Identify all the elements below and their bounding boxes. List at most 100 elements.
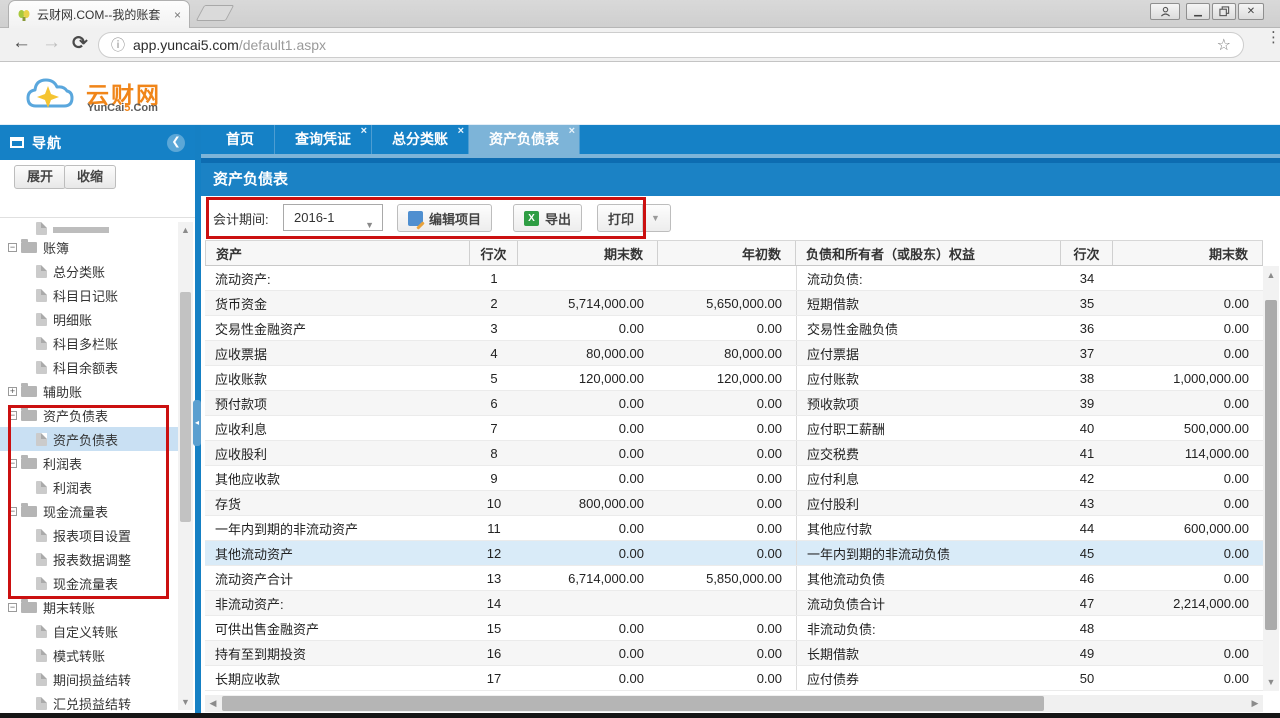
scroll-up-icon[interactable]: ▲ <box>178 225 193 235</box>
tree-item-自定义转账[interactable]: 自定义转账 <box>0 619 178 643</box>
tab-close-icon[interactable]: × <box>569 125 575 138</box>
tab-close-icon[interactable]: × <box>174 9 181 21</box>
export-button[interactable]: X 导出 <box>513 204 582 232</box>
tree-item[interactable] <box>0 222 178 235</box>
scroll-up-icon[interactable]: ▲ <box>1263 270 1279 280</box>
asset-name: 其他应收款 <box>205 466 470 490</box>
expand-all-button[interactable]: 展开 <box>14 165 66 189</box>
workspace-tab[interactable]: 查询凭证× <box>275 125 372 154</box>
collapse-icon[interactable]: − <box>8 603 17 612</box>
tree-item-辅助账[interactable]: +辅助账 <box>0 379 178 403</box>
browser-menu-icon[interactable]: ⋮ <box>1266 35 1272 41</box>
collapse-icon[interactable]: − <box>8 507 17 516</box>
scroll-down-icon[interactable]: ▼ <box>178 697 193 707</box>
table-row[interactable]: 一年内到期的非流动资产110.000.00其他应付款44600,000.00 <box>205 516 1263 541</box>
tree-item-模式转账[interactable]: 模式转账 <box>0 643 178 667</box>
period-select[interactable]: 2016-1 ▼ <box>283 204 383 231</box>
table-row[interactable]: 货币资金25,714,000.005,650,000.00短期借款350.00 <box>205 291 1263 316</box>
table-vscrollbar[interactable]: ▲ ▼ <box>1263 266 1279 691</box>
tree-item-期末转账[interactable]: −期末转账 <box>0 595 178 619</box>
collapse-icon[interactable]: − <box>8 243 17 252</box>
table-row[interactable]: 交易性金融资产30.000.00交易性金融负债360.00 <box>205 316 1263 341</box>
reload-icon[interactable]: ⟳ <box>72 32 88 55</box>
tree-item-资产负债表[interactable]: −资产负债表 <box>0 403 178 427</box>
restore-button[interactable] <box>1212 3 1236 20</box>
profile-button[interactable] <box>1150 3 1180 20</box>
sidebar-scrollbar[interactable]: ▲ ▼ <box>178 222 193 710</box>
document-icon <box>36 313 47 326</box>
url-field[interactable]: ⓘ app.yuncai5.com /default1.aspx ☆ <box>98 32 1244 58</box>
tree-item-科目多栏账[interactable]: 科目多栏账 <box>0 331 178 355</box>
table-row[interactable]: 可供出售金融资产150.000.00非流动负债:48 <box>205 616 1263 641</box>
logo-text-en: YunCai5.Com <box>87 102 158 114</box>
tab-close-icon[interactable]: × <box>458 125 464 138</box>
table-row[interactable]: 长期应收款170.000.00应付债券500.00 <box>205 666 1263 691</box>
asset-line-no: 8 <box>470 441 518 465</box>
tree-item-label: 自定义转账 <box>53 622 118 641</box>
minimize-button[interactable]: ▁ <box>1186 3 1210 20</box>
tree-item-账簿[interactable]: −账簿 <box>0 235 178 259</box>
edit-items-button[interactable]: 编辑项目 <box>397 204 492 232</box>
scrollbar-thumb[interactable] <box>180 292 191 522</box>
tree-item-科目余额表[interactable]: 科目余额表 <box>0 355 178 379</box>
tree-item-资产负债表[interactable]: 资产负债表 <box>0 427 178 451</box>
table-row[interactable]: 应收票据480,000.0080,000.00应付票据370.00 <box>205 341 1263 366</box>
tree-item-期间损益结转[interactable]: 期间损益结转 <box>0 667 178 691</box>
workspace-tab[interactable]: 总分类账× <box>372 125 469 154</box>
liability-name: 应付股利 <box>796 491 1061 515</box>
back-icon[interactable]: ← <box>12 32 31 54</box>
table-row[interactable]: 应收股利80.000.00应交税费41114,000.00 <box>205 441 1263 466</box>
table-row[interactable]: 其他流动资产120.000.00一年内到期的非流动负债450.00 <box>205 541 1263 566</box>
liability-ending-balance: 0.00 <box>1113 391 1263 415</box>
browser-tab[interactable]: 云财网.COM--我的账套 × <box>8 0 190 28</box>
bookmark-star-icon[interactable]: ☆ <box>1217 35 1231 55</box>
tab-close-icon[interactable]: × <box>361 125 367 138</box>
tree-item-label: 资产负债表 <box>53 430 118 449</box>
collapse-icon[interactable]: − <box>8 459 17 468</box>
tree-item-明细账[interactable]: 明细账 <box>0 307 178 331</box>
sidebar-collapse-button[interactable]: ❮ <box>167 134 185 152</box>
table-row[interactable]: 流动资产合计136,714,000.005,850,000.00其他流动负债46… <box>205 566 1263 591</box>
table-row[interactable]: 流动资产:1流动负债:34 <box>205 266 1263 291</box>
excel-icon: X <box>524 211 539 226</box>
yuncai-logo[interactable]: 云财网 YunCai5.Com <box>24 70 174 118</box>
splitter-collapse-handle[interactable]: ◂ <box>193 400 201 446</box>
tree-item-报表项目设置[interactable]: 报表项目设置 <box>0 523 178 547</box>
tree-item-利润表[interactable]: 利润表 <box>0 475 178 499</box>
asset-ending-balance <box>518 266 658 290</box>
print-button[interactable]: 打印 ▼ <box>597 204 671 232</box>
workspace-tab[interactable]: 资产负债表× <box>469 125 580 154</box>
tree-item-利润表[interactable]: −利润表 <box>0 451 178 475</box>
table-row[interactable]: 非流动资产:14流动负债合计472,214,000.00 <box>205 591 1263 616</box>
scroll-left-icon[interactable]: ◀ <box>205 695 221 712</box>
table-row[interactable]: 应收利息70.000.00应付职工薪酬40500,000.00 <box>205 416 1263 441</box>
table-row[interactable]: 存货10800,000.000.00应付股利430.00 <box>205 491 1263 516</box>
asset-name: 货币资金 <box>205 291 470 315</box>
scroll-right-icon[interactable]: ▶ <box>1247 695 1263 712</box>
scrollbar-thumb[interactable] <box>222 696 1044 711</box>
table-hscrollbar[interactable]: ◀ ▶ <box>205 695 1263 712</box>
tree-item-报表数据调整[interactable]: 报表数据调整 <box>0 547 178 571</box>
table-row[interactable]: 预付款项60.000.00预收款项390.00 <box>205 391 1263 416</box>
new-tab-button[interactable] <box>196 5 235 21</box>
tree-item-汇兑损益结转[interactable]: 汇兑损益结转 <box>0 691 178 714</box>
scrollbar-thumb[interactable] <box>1265 300 1277 630</box>
tree-item-现金流量表[interactable]: −现金流量表 <box>0 499 178 523</box>
collapse-all-button[interactable]: 收缩 <box>64 165 116 189</box>
table-row[interactable]: 其他应收款90.000.00应付利息420.00 <box>205 466 1263 491</box>
page-info-icon[interactable]: ⓘ <box>111 35 125 55</box>
scroll-down-icon[interactable]: ▼ <box>1263 677 1279 687</box>
close-button[interactable]: ✕ <box>1238 3 1264 20</box>
chevron-down-icon[interactable]: ▼ <box>642 205 660 231</box>
edit-icon <box>408 211 423 226</box>
table-row[interactable]: 应收账款5120,000.00120,000.00应付账款381,000,000… <box>205 366 1263 391</box>
tree-item-总分类账[interactable]: 总分类账 <box>0 259 178 283</box>
collapse-icon[interactable]: − <box>8 411 17 420</box>
expand-icon[interactable]: + <box>8 387 17 396</box>
liability-line-no: 34 <box>1061 266 1113 290</box>
tree-item-科目日记账[interactable]: 科目日记账 <box>0 283 178 307</box>
tree-item-现金流量表[interactable]: 现金流量表 <box>0 571 178 595</box>
table-row[interactable]: 持有至到期投资160.000.00长期借款490.00 <box>205 641 1263 666</box>
workspace-tab[interactable]: 首页 <box>206 125 275 154</box>
column-header: 年初数 <box>658 241 796 265</box>
